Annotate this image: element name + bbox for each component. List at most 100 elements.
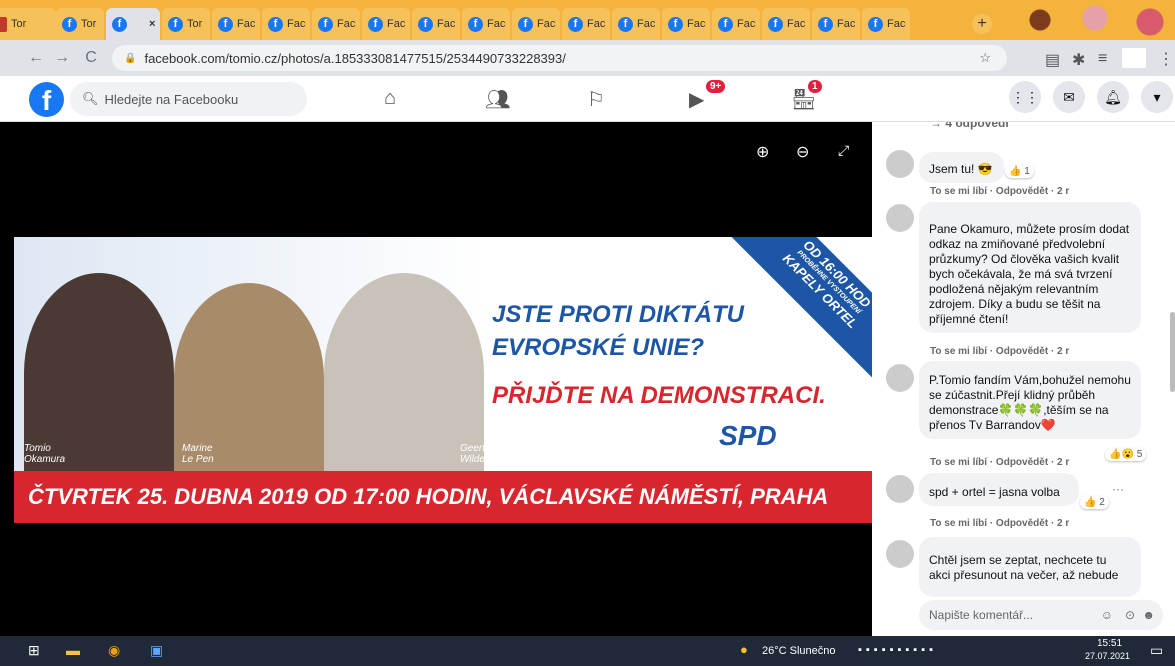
facebook-icon: f bbox=[112, 16, 127, 32]
tab[interactable]: f Fac bbox=[262, 8, 310, 40]
tab[interactable]: f Fac bbox=[212, 8, 260, 40]
pages-icon[interactable]: ⚐ bbox=[587, 87, 605, 112]
menu-grid-icon[interactable]: ⋮⋮ bbox=[1009, 81, 1041, 113]
tab-label: Fac bbox=[487, 18, 505, 30]
headline-line1: JSTE PROTI DIKTÁTU bbox=[492, 301, 745, 328]
notifications-icon[interactable]: 🔔︎ bbox=[1097, 81, 1129, 113]
more-options-icon[interactable]: ··· bbox=[1112, 482, 1124, 496]
theme-decoration bbox=[1000, 0, 1175, 40]
tab-label: Fac bbox=[537, 18, 555, 30]
comment-3: P.Tomio fandím Vám,bohužel nemohu se zúč… bbox=[919, 361, 1141, 439]
reading-list-icon[interactable]: ≡ bbox=[1098, 50, 1107, 68]
photo-viewer: ⊕ ⊖ ⤢ Tomio Okamura Marine Le Pen Geert Wil… bbox=[0, 122, 872, 636]
facebook-icon: f bbox=[518, 16, 533, 32]
comment-meta-3[interactable]: To se mi líbí · Odpovědět · 2 r bbox=[930, 457, 1069, 468]
friends-icon[interactable]: 👥︎ bbox=[485, 87, 510, 112]
account-menu-icon[interactable]: ▾ bbox=[1141, 81, 1173, 113]
tab[interactable]: f Fac bbox=[312, 8, 360, 40]
tab[interactable]: f Fac bbox=[812, 8, 860, 40]
zoom-out-icon[interactable]: ⊖ bbox=[796, 142, 809, 162]
facebook-icon: f bbox=[818, 16, 833, 32]
tab[interactable]: Tor bbox=[0, 8, 56, 40]
tab[interactable]: f Fac bbox=[662, 8, 710, 40]
tab-label: Tor bbox=[81, 18, 97, 30]
comment-meta-1[interactable]: To se mi líbí · Odpovědět · 2 r bbox=[930, 186, 1069, 197]
avatar[interactable] bbox=[886, 540, 914, 568]
tab[interactable]: f Fac bbox=[362, 8, 410, 40]
comment-composer[interactable]: Napište komentář... ☺ ⊙ ☻ bbox=[919, 600, 1163, 630]
url-field[interactable]: 🔒 facebook.com/tomio.cz/photos/a.1853330… bbox=[112, 45, 1007, 71]
chrome-icon[interactable]: ◉ bbox=[108, 642, 120, 659]
reaction-count-3[interactable]: 👍😮 5 bbox=[1105, 448, 1147, 461]
gif-icon[interactable]: ⊙ bbox=[1125, 608, 1135, 622]
clock-time[interactable]: 15:51 bbox=[1097, 638, 1122, 649]
puzzle-icon[interactable]: ✱ bbox=[1072, 50, 1085, 70]
reload-icon[interactable]: C bbox=[79, 49, 103, 67]
search-input[interactable]: 🔍︎ Hledejte na Facebooku bbox=[70, 82, 307, 116]
file-explorer-icon[interactable]: ▬ bbox=[66, 642, 80, 658]
watch-icon[interactable]: ▶︎ bbox=[689, 87, 704, 112]
tab[interactable]: f Tor bbox=[56, 8, 104, 40]
headline-line3: PŘIJĎTE NA DEMONSTRACI. bbox=[492, 382, 826, 409]
emoji-icon[interactable]: ☺ bbox=[1101, 608, 1113, 622]
comments-panel: → 4 odpovědí Jsem tu! 😎 👍 1 To se mi líb… bbox=[872, 122, 1175, 636]
replies-link[interactable]: → 4 odpovědí bbox=[930, 122, 1009, 130]
notification-center-icon[interactable]: ▭ bbox=[1150, 642, 1163, 659]
reaction-count-1[interactable]: 👍 1 bbox=[1005, 165, 1034, 178]
new-tab-button[interactable]: + bbox=[972, 14, 992, 34]
fullscreen-icon[interactable]: ⤢ bbox=[838, 142, 849, 159]
comment-meta-4[interactable]: To se mi líbí · Odpovědět · 2 r bbox=[930, 518, 1069, 529]
weather-text[interactable]: 26°C Slunečno bbox=[762, 645, 836, 657]
tab[interactable]: f Fac bbox=[712, 8, 760, 40]
menu-icon[interactable]: ⋮ bbox=[1158, 49, 1174, 69]
tab[interactable]: f Fac bbox=[862, 8, 910, 40]
avatar[interactable] bbox=[886, 150, 914, 178]
sticker-icon[interactable]: ☻ bbox=[1142, 608, 1155, 622]
messenger-icon[interactable]: ✉ bbox=[1053, 81, 1085, 113]
tray-icons[interactable]: ▪▪▪▪▪▪▪▪▪▪ bbox=[858, 644, 937, 656]
date-band: ČTVRTEK 25. DUBNA 2019 OD 17:00 HODIN, V… bbox=[14, 471, 872, 523]
tab-label: Fac bbox=[387, 18, 405, 30]
clock-date[interactable]: 27.07.2021 bbox=[1085, 651, 1130, 661]
facebook-icon: f bbox=[218, 16, 233, 32]
avatar[interactable] bbox=[886, 364, 914, 392]
reaction-count-4[interactable]: 👍 2 bbox=[1080, 496, 1109, 509]
name-okamura: Tomio Okamura bbox=[24, 443, 66, 465]
facebook-logo[interactable]: f bbox=[29, 82, 64, 117]
tab-label: Fac bbox=[287, 18, 305, 30]
bookmark-star-icon[interactable]: ☆ bbox=[979, 50, 991, 66]
zoom-in-icon[interactable]: ⊕ bbox=[756, 142, 769, 162]
tab[interactable]: f Fac bbox=[562, 8, 610, 40]
comment-meta-2[interactable]: To se mi líbí · Odpovědět · 2 r bbox=[930, 346, 1069, 357]
forward-icon[interactable]: → bbox=[50, 49, 74, 67]
facebook-icon: f bbox=[718, 16, 733, 32]
profile-avatar[interactable] bbox=[1122, 48, 1146, 68]
tab[interactable]: f Fac bbox=[512, 8, 560, 40]
facebook-icon: f bbox=[568, 16, 583, 32]
avatar[interactable] bbox=[886, 204, 914, 232]
start-icon[interactable]: ⊞ bbox=[28, 642, 40, 659]
comment-4: spd + ortel = jasna volba bbox=[919, 473, 1079, 506]
avatar[interactable] bbox=[886, 475, 914, 503]
extension-icon[interactable]: ▤ bbox=[1045, 50, 1060, 70]
tab[interactable]: f Fac bbox=[762, 8, 810, 40]
facebook-icon: f bbox=[868, 16, 883, 32]
calendar-icon bbox=[0, 16, 7, 32]
tab[interactable]: f × bbox=[106, 8, 160, 40]
back-icon[interactable]: ← bbox=[24, 49, 48, 67]
close-tab-icon[interactable]: × bbox=[149, 18, 155, 30]
scrollbar[interactable] bbox=[1170, 312, 1175, 392]
comment-2: Pane Okamuro, můžete prosím dodat odkaz … bbox=[919, 202, 1141, 333]
tab[interactable]: f Fac bbox=[412, 8, 460, 40]
comment-1: Jsem tu! 😎 bbox=[919, 152, 1004, 183]
tab[interactable]: f Fac bbox=[462, 8, 510, 40]
tab[interactable]: f Fac bbox=[612, 8, 660, 40]
facebook-icon: f bbox=[468, 16, 483, 32]
home-icon[interactable]: ⌂ bbox=[384, 87, 396, 110]
name-lepen: Marine Le Pen bbox=[182, 443, 214, 465]
browser-tab-strip: Tor f Tor f × f Tor f Fac f Fac f Fac f Fac f Fac f Fac f Fa… bbox=[0, 0, 1175, 40]
word-icon[interactable]: ▣ bbox=[150, 642, 163, 659]
lock-icon: 🔒 bbox=[124, 52, 137, 64]
facebook-icon: f bbox=[418, 16, 433, 32]
tab[interactable]: f Tor bbox=[162, 8, 210, 40]
